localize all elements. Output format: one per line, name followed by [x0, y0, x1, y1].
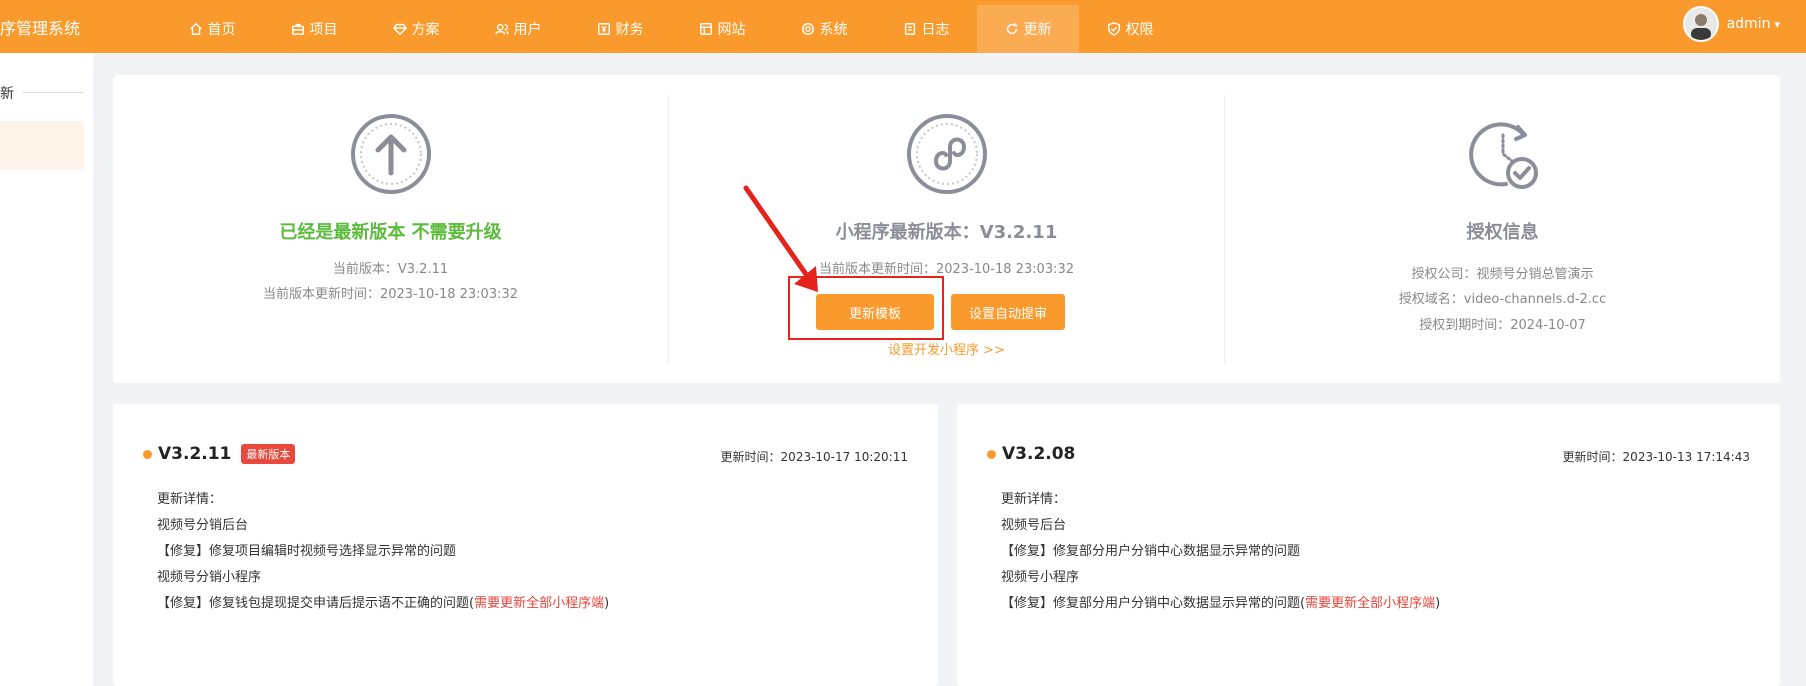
nav-item-users[interactable]: 用户 — [467, 5, 569, 53]
auto-submit-button[interactable]: 设置自动提审 — [951, 294, 1065, 330]
diamond-icon — [392, 23, 407, 36]
briefcase-icon — [291, 23, 304, 35]
changelog-card: V3.2.11 最新版本 更新时间：2023-10-17 10:20:11 更新… — [113, 404, 938, 686]
changelog-card: V3.2.08 更新时间：2023-10-13 17:14:43 更新详情： 视… — [957, 404, 1780, 686]
shield-icon — [1107, 22, 1120, 36]
license-title: 授权信息 — [1466, 222, 1539, 243]
home-icon — [189, 22, 202, 35]
version-label: V3.2.08 — [1002, 444, 1076, 464]
note-highlight: 需要更新全部小程序端 — [474, 596, 605, 611]
sidebar-section-label: 新 — [0, 86, 14, 102]
mini-program-column: 小程序最新版本：V3.2.11 当前版本更新时间：2023-10-18 23:0… — [669, 75, 1224, 383]
license-column: 授权信息 授权公司：视频号分销总管演示 授权域名：video-channels.… — [1225, 75, 1780, 383]
fix-line: 【修复】修复部分用户分销中心数据显示异常的问题(需要更新全部小程序端) — [1001, 596, 1441, 611]
avatar — [1682, 6, 1719, 42]
log-icon — [904, 23, 915, 35]
license-domain: 授权域名：video-channels.d-2.cc — [1398, 292, 1607, 307]
status-column: 已经是最新版本 不需要升级 当前版本：V3.2.11 当前版本更新时间：2023… — [113, 75, 668, 383]
chevron-down-icon: ▾ — [1774, 17, 1780, 31]
version-label: V3.2.11 — [158, 444, 232, 464]
top-navbar: 序管理系统 首页 项目 方案 用户 财务 网站 系统 日志 更新 权限 admi… — [0, 0, 1806, 53]
gear-icon — [801, 23, 814, 35]
license-expire: 授权到期时间：2024-10-07 — [1419, 318, 1586, 333]
dev-mini-program-link[interactable]: 设置开发小程序 >> — [669, 339, 1224, 358]
finance-icon — [597, 23, 610, 35]
nav-item-system[interactable]: 系统 — [773, 5, 875, 53]
app-title: 序管理系统 — [0, 19, 81, 38]
update-time: 更新时间：2023-10-13 17:14:43 — [1562, 450, 1750, 464]
nav-item-log[interactable]: 日志 — [875, 5, 977, 53]
nav-item-update[interactable]: 更新 — [977, 5, 1079, 53]
nav-item-home[interactable]: 首页 — [161, 5, 263, 53]
status-dot — [987, 449, 996, 459]
nav-item-plan[interactable]: 方案 — [365, 5, 467, 53]
sidebar: 新 — [0, 53, 93, 686]
refresh-icon — [1006, 22, 1017, 35]
update-time: 更新时间：2023-10-17 10:20:11 — [720, 450, 908, 464]
divider — [22, 92, 83, 93]
nav-item-finance[interactable]: 财务 — [569, 5, 671, 53]
username: admin — [1726, 16, 1771, 32]
update-details: 更新详情： 视频号分销后台 【修复】修复项目编辑时视频号选择显示异常的问题 视频… — [157, 487, 609, 617]
upload-icon — [350, 114, 431, 194]
version-row: V3.2.11 最新版本 — [143, 444, 296, 464]
version-summary-card: 已经是最新版本 不需要升级 当前版本：V3.2.11 当前版本更新时间：2023… — [113, 75, 1780, 383]
user-menu[interactable]: admin ▾ — [1682, 6, 1780, 42]
note-highlight: 需要更新全部小程序端 — [1305, 596, 1436, 611]
nav-item-website[interactable]: 网站 — [671, 5, 773, 53]
license-check-icon — [1468, 122, 1538, 189]
nav-item-project[interactable]: 项目 — [263, 5, 365, 53]
website-icon — [699, 23, 712, 35]
status-title: 已经是最新版本 不需要升级 — [279, 222, 502, 243]
highlight-box — [788, 276, 944, 340]
fix-line: 【修复】修复钱包提现提交申请后提示语不正确的问题(需要更新全部小程序端) — [157, 596, 610, 611]
main-nav: 首页 项目 方案 用户 财务 网站 系统 日志 更新 权限 — [161, 5, 1181, 53]
current-update-time: 当前版本更新时间：2023-10-18 23:03:32 — [262, 287, 519, 302]
nav-item-permission[interactable]: 权限 — [1079, 5, 1181, 53]
users-icon — [494, 23, 509, 35]
version-row: V3.2.08 — [987, 444, 1075, 464]
update-details: 更新详情： 视频号后台 【修复】修复部分用户分销中心数据显示异常的问题 视频号小… — [1001, 487, 1440, 617]
current-version: 当前版本：V3.2.11 — [332, 262, 449, 277]
status-dot — [143, 449, 152, 459]
sidebar-item-active[interactable] — [0, 121, 84, 170]
mini-program-update-time: 当前版本更新时间：2023-10-18 23:03:32 — [818, 262, 1075, 277]
mini-program-version-title: 小程序最新版本：V3.2.11 — [835, 222, 1058, 243]
mini-program-icon — [906, 114, 987, 194]
license-company: 授权公司：视频号分销总管演示 — [1411, 267, 1594, 282]
latest-badge: 最新版本 — [241, 444, 296, 464]
